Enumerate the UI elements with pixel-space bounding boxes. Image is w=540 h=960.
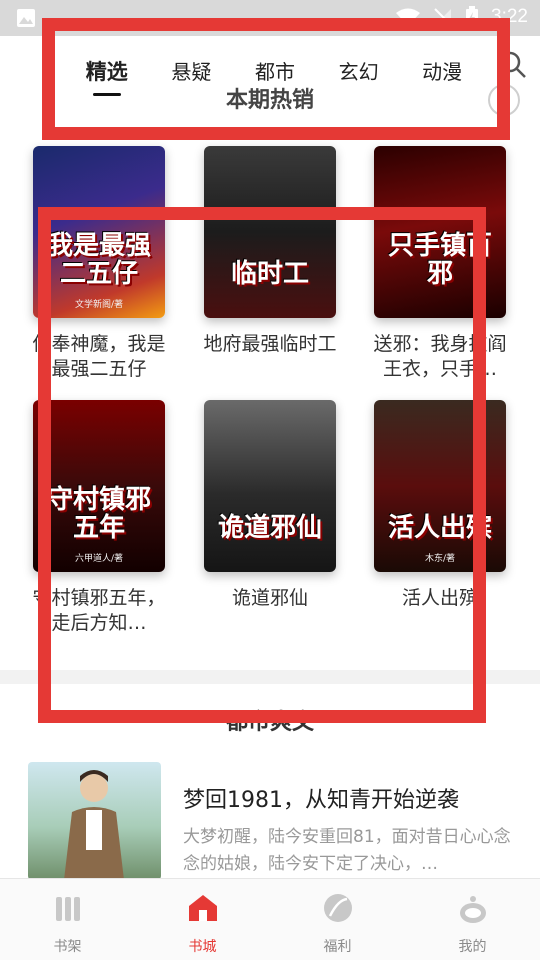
nav-bookshelf[interactable]: 书架 bbox=[0, 879, 135, 960]
featured-book-title[interactable]: 梦回1981，从知青开始逆袭 bbox=[183, 782, 459, 814]
annotation-box-books bbox=[38, 207, 486, 723]
nav-bookstore[interactable]: 书城 bbox=[135, 879, 270, 960]
nav-label: 福利 bbox=[323, 939, 352, 955]
profile-icon bbox=[459, 896, 486, 923]
gallery-notification-icon bbox=[17, 9, 35, 27]
bookshelf-icon bbox=[55, 897, 80, 921]
annotation-box-tabs bbox=[42, 18, 510, 140]
nav-welfare[interactable]: 福利 bbox=[270, 879, 405, 960]
nav-profile[interactable]: 我的 bbox=[405, 879, 540, 960]
person-illustration-icon bbox=[64, 770, 124, 880]
welfare-leaf-icon bbox=[323, 894, 352, 922]
nav-label: 书架 bbox=[53, 939, 82, 955]
bottom-nav: 书架 书城 福利 我的 bbox=[0, 878, 540, 960]
nav-label: 我的 bbox=[458, 939, 487, 955]
featured-book-description: 大梦初醒，陆今安重回81，面对昔日心心念念的姑娘，陆今安下定了决心，… bbox=[183, 827, 511, 874]
nav-label: 书城 bbox=[188, 939, 217, 955]
featured-book-cover[interactable] bbox=[28, 762, 161, 880]
bookstore-icon bbox=[188, 895, 217, 921]
featured-book[interactable]: 梦回1981，从知青开始逆袭 大梦初醒，陆今安重回81，面对昔日心心念念的姑娘，… bbox=[28, 762, 528, 880]
